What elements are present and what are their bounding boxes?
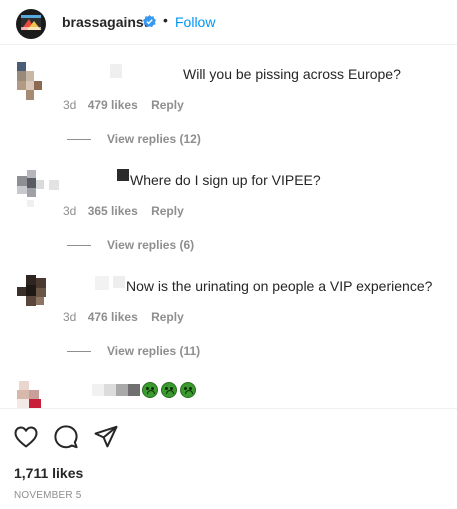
commenter-avatar[interactable] (17, 275, 49, 315)
comment-age: 3d (63, 310, 77, 324)
comment-meta: 3d 365 likes Reply (63, 204, 184, 218)
reply-button[interactable]: Reply (151, 98, 184, 112)
comment-text: Where do I sign up for VIPEE? (130, 172, 321, 188)
separator-dot: • (163, 12, 168, 28)
comment-likes[interactable]: 476 likes (88, 310, 138, 324)
view-replies-button[interactable]: View replies (6) (67, 238, 194, 252)
redacted-username (117, 169, 129, 181)
brand-logo-icon (21, 15, 41, 30)
view-replies-label: View replies (11) (107, 344, 201, 358)
comment-age: 3d (63, 204, 77, 218)
redacted-username (116, 384, 128, 396)
replies-line (67, 351, 91, 353)
comment-likes[interactable]: 479 likes (88, 98, 138, 112)
comment-text: Now is the urinating on people a VIP exp… (126, 278, 433, 294)
comment-text: Will you be pissing across Europe? (183, 66, 401, 82)
reply-button[interactable]: Reply (151, 310, 184, 324)
comment-bubble-icon[interactable] (53, 424, 79, 450)
comment-likes[interactable]: 365 likes (88, 204, 138, 218)
nauseated-face-icon (180, 382, 196, 398)
view-replies-button[interactable]: View replies (12) (67, 132, 201, 146)
redacted-username (113, 276, 125, 288)
view-replies-button[interactable]: View replies (11) (67, 344, 200, 358)
comment-meta: 3d 479 likes Reply (63, 98, 184, 112)
verified-badge-icon (143, 15, 156, 28)
redacted-username (128, 384, 140, 396)
profile-avatar[interactable] (16, 9, 46, 39)
actions-divider (0, 408, 457, 409)
replies-line (67, 245, 91, 247)
commenter-avatar[interactable] (17, 62, 49, 102)
comment-age: 3d (63, 98, 77, 112)
follow-button[interactable]: Follow (175, 14, 215, 30)
redacted-username (110, 64, 122, 78)
likes-count[interactable]: 1,711 likes (14, 465, 83, 481)
post-date[interactable]: NOVEMBER 5 (14, 490, 82, 501)
nauseated-face-icon (161, 382, 177, 398)
username-link[interactable]: brassagainst (62, 14, 148, 30)
view-replies-label: View replies (12) (107, 132, 201, 146)
reply-button[interactable]: Reply (151, 204, 184, 218)
nauseated-face-icon (142, 382, 158, 398)
redacted-username (104, 384, 116, 396)
commenter-avatar[interactable] (17, 381, 49, 409)
redacted-username (92, 384, 104, 396)
heart-icon[interactable] (13, 424, 39, 450)
redacted-username (95, 276, 109, 290)
view-replies-label: View replies (6) (107, 238, 195, 252)
post-header: brassagainst • Follow (0, 0, 457, 45)
commenter-avatar[interactable] (17, 170, 59, 210)
paper-plane-icon[interactable] (93, 424, 119, 450)
replies-line (67, 139, 91, 141)
comment-meta: 3d 476 likes Reply (63, 310, 184, 324)
